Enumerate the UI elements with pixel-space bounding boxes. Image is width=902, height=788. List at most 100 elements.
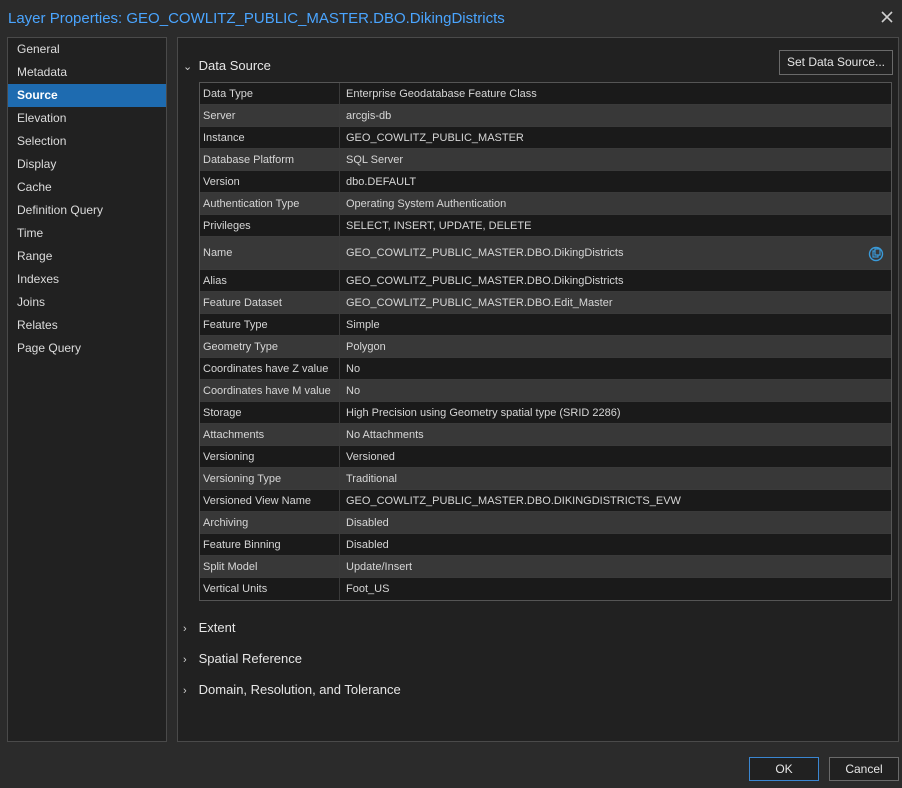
section-label: Data Source xyxy=(198,58,271,73)
table-row: Storage High Precision using Geometry sp… xyxy=(200,402,891,424)
property-value: Enterprise Geodatabase Feature Class xyxy=(346,87,537,100)
property-key: Coordinates have M value xyxy=(200,380,340,401)
property-key: Archiving xyxy=(200,512,340,533)
sidebar-item-page-query[interactable]: Page Query xyxy=(8,337,166,360)
table-row: Versioning Type Traditional xyxy=(200,468,891,490)
sidebar-item-elevation[interactable]: Elevation xyxy=(8,107,166,130)
section-label: Extent xyxy=(198,620,236,635)
table-row: Feature Dataset GEO_COWLITZ_PUBLIC_MASTE… xyxy=(200,292,891,314)
property-value: Polygon xyxy=(346,340,386,353)
property-key: Versioned View Name xyxy=(200,490,340,511)
property-key: Vertical Units xyxy=(200,578,340,600)
table-row: Geometry Type Polygon xyxy=(200,336,891,358)
property-value: Traditional xyxy=(346,472,397,485)
table-row: Name GEO_COWLITZ_PUBLIC_MASTER.DBO.Dikin… xyxy=(200,237,891,270)
property-value: GEO_COWLITZ_PUBLIC_MASTER.DBO.DikingDist… xyxy=(346,247,624,259)
table-row: Attachments No Attachments xyxy=(200,424,891,446)
title-bar: Layer Properties: GEO_COWLITZ_PUBLIC_MAS… xyxy=(0,0,902,37)
property-value: No xyxy=(346,362,361,375)
property-value: Simple xyxy=(346,318,380,331)
table-row: Feature Type Simple xyxy=(200,314,891,336)
table-row: Database Platform SQL Server xyxy=(200,149,891,171)
property-key: Version xyxy=(200,171,340,192)
sidebar-item-joins[interactable]: Joins xyxy=(8,291,166,314)
spatial-reference-section-header[interactable]: › Spatial Reference xyxy=(183,651,302,671)
table-row: Coordinates have M value No xyxy=(200,380,891,402)
sidebar-item-relates[interactable]: Relates xyxy=(8,314,166,337)
property-key: Versioning xyxy=(200,446,340,467)
table-row: Archiving Disabled xyxy=(200,512,891,534)
property-key: Split Model xyxy=(200,556,340,577)
property-key: Server xyxy=(200,105,340,126)
property-value: GEO_COWLITZ_PUBLIC_MASTER xyxy=(346,131,524,144)
property-key: Privileges xyxy=(200,215,340,236)
section-label: Spatial Reference xyxy=(198,651,302,666)
property-value: Foot_US xyxy=(346,583,390,595)
property-value: dbo.DEFAULT xyxy=(346,175,417,188)
table-row: Server arcgis-db xyxy=(200,105,891,127)
property-key: Instance xyxy=(200,127,340,148)
table-row: Split Model Update/Insert xyxy=(200,556,891,578)
sidebar-item-definition-query[interactable]: Definition Query xyxy=(8,199,166,222)
property-key: Feature Binning xyxy=(200,534,340,555)
property-value: GEO_COWLITZ_PUBLIC_MASTER.DBO.DIKINGDIST… xyxy=(346,494,681,507)
set-data-source-button[interactable]: Set Data Source... xyxy=(779,50,893,75)
property-key: Database Platform xyxy=(200,149,340,170)
table-row: Versioning Versioned xyxy=(200,446,891,468)
ok-button[interactable]: OK xyxy=(749,757,819,781)
chevron-right-icon: › xyxy=(183,623,187,635)
property-value: Disabled xyxy=(346,538,389,551)
property-value: Disabled xyxy=(346,516,389,529)
property-key: Coordinates have Z value xyxy=(200,358,340,379)
sidebar-item-source[interactable]: Source xyxy=(8,84,166,107)
chevron-right-icon: › xyxy=(183,654,187,666)
table-row: Vertical Units Foot_US xyxy=(200,578,891,600)
source-panel: ⌄ Data Source Set Data Source... Data Ty… xyxy=(177,37,899,742)
property-key: Alias xyxy=(200,270,340,291)
property-value: No Attachments xyxy=(346,428,424,441)
sidebar-item-display[interactable]: Display xyxy=(8,153,166,176)
table-row: Coordinates have Z value No xyxy=(200,358,891,380)
chevron-down-icon: ⌄ xyxy=(183,61,193,73)
table-row: Privileges SELECT, INSERT, UPDATE, DELET… xyxy=(200,215,891,237)
window-title: Layer Properties: GEO_COWLITZ_PUBLIC_MAS… xyxy=(8,10,505,27)
sidebar-item-time[interactable]: Time xyxy=(8,222,166,245)
property-value: SELECT, INSERT, UPDATE, DELETE xyxy=(346,219,532,232)
table-row: Instance GEO_COWLITZ_PUBLIC_MASTER xyxy=(200,127,891,149)
extent-section-header[interactable]: › Extent xyxy=(183,620,235,640)
property-key: Attachments xyxy=(200,424,340,445)
table-row: Data Type Enterprise Geodatabase Feature… xyxy=(200,83,891,105)
sidebar-item-indexes[interactable]: Indexes xyxy=(8,268,166,291)
sidebar-item-range[interactable]: Range xyxy=(8,245,166,268)
property-value: Versioned xyxy=(346,450,395,463)
property-value: Operating System Authentication xyxy=(346,197,507,210)
property-key: Feature Type xyxy=(200,314,340,335)
property-value: SQL Server xyxy=(346,153,404,166)
property-value: Update/Insert xyxy=(346,560,413,573)
sidebar-item-selection[interactable]: Selection xyxy=(8,130,166,153)
cancel-button[interactable]: Cancel xyxy=(829,757,899,781)
property-key: Geometry Type xyxy=(200,336,340,357)
table-row: Feature Binning Disabled xyxy=(200,534,891,556)
sidebar-item-cache[interactable]: Cache xyxy=(8,176,166,199)
property-value: arcgis-db xyxy=(346,109,392,122)
sidebar-nav: General Metadata Source Elevation Select… xyxy=(7,37,167,742)
sidebar-item-metadata[interactable]: Metadata xyxy=(8,61,166,84)
copy-to-clipboard-icon[interactable] xyxy=(867,245,885,263)
property-key: Versioning Type xyxy=(200,468,340,489)
sidebar-item-general[interactable]: General xyxy=(8,38,166,61)
property-key: Feature Dataset xyxy=(200,292,340,313)
property-key: Storage xyxy=(200,402,340,423)
property-value: High Precision using Geometry spatial ty… xyxy=(346,406,621,419)
property-key: Data Type xyxy=(200,83,340,104)
domain-resolution-tolerance-section-header[interactable]: › Domain, Resolution, and Tolerance xyxy=(183,682,401,702)
table-row: Authentication Type Operating System Aut… xyxy=(200,193,891,215)
property-key: Name xyxy=(200,237,340,269)
property-key: Authentication Type xyxy=(200,193,340,214)
table-row: Alias GEO_COWLITZ_PUBLIC_MASTER.DBO.Diki… xyxy=(200,270,891,292)
data-source-section-header[interactable]: ⌄ Data Source xyxy=(183,58,271,78)
property-value: GEO_COWLITZ_PUBLIC_MASTER.DBO.DikingDist… xyxy=(346,274,624,287)
close-icon[interactable] xyxy=(878,8,896,26)
chevron-right-icon: › xyxy=(183,685,187,697)
table-row: Version dbo.DEFAULT xyxy=(200,171,891,193)
